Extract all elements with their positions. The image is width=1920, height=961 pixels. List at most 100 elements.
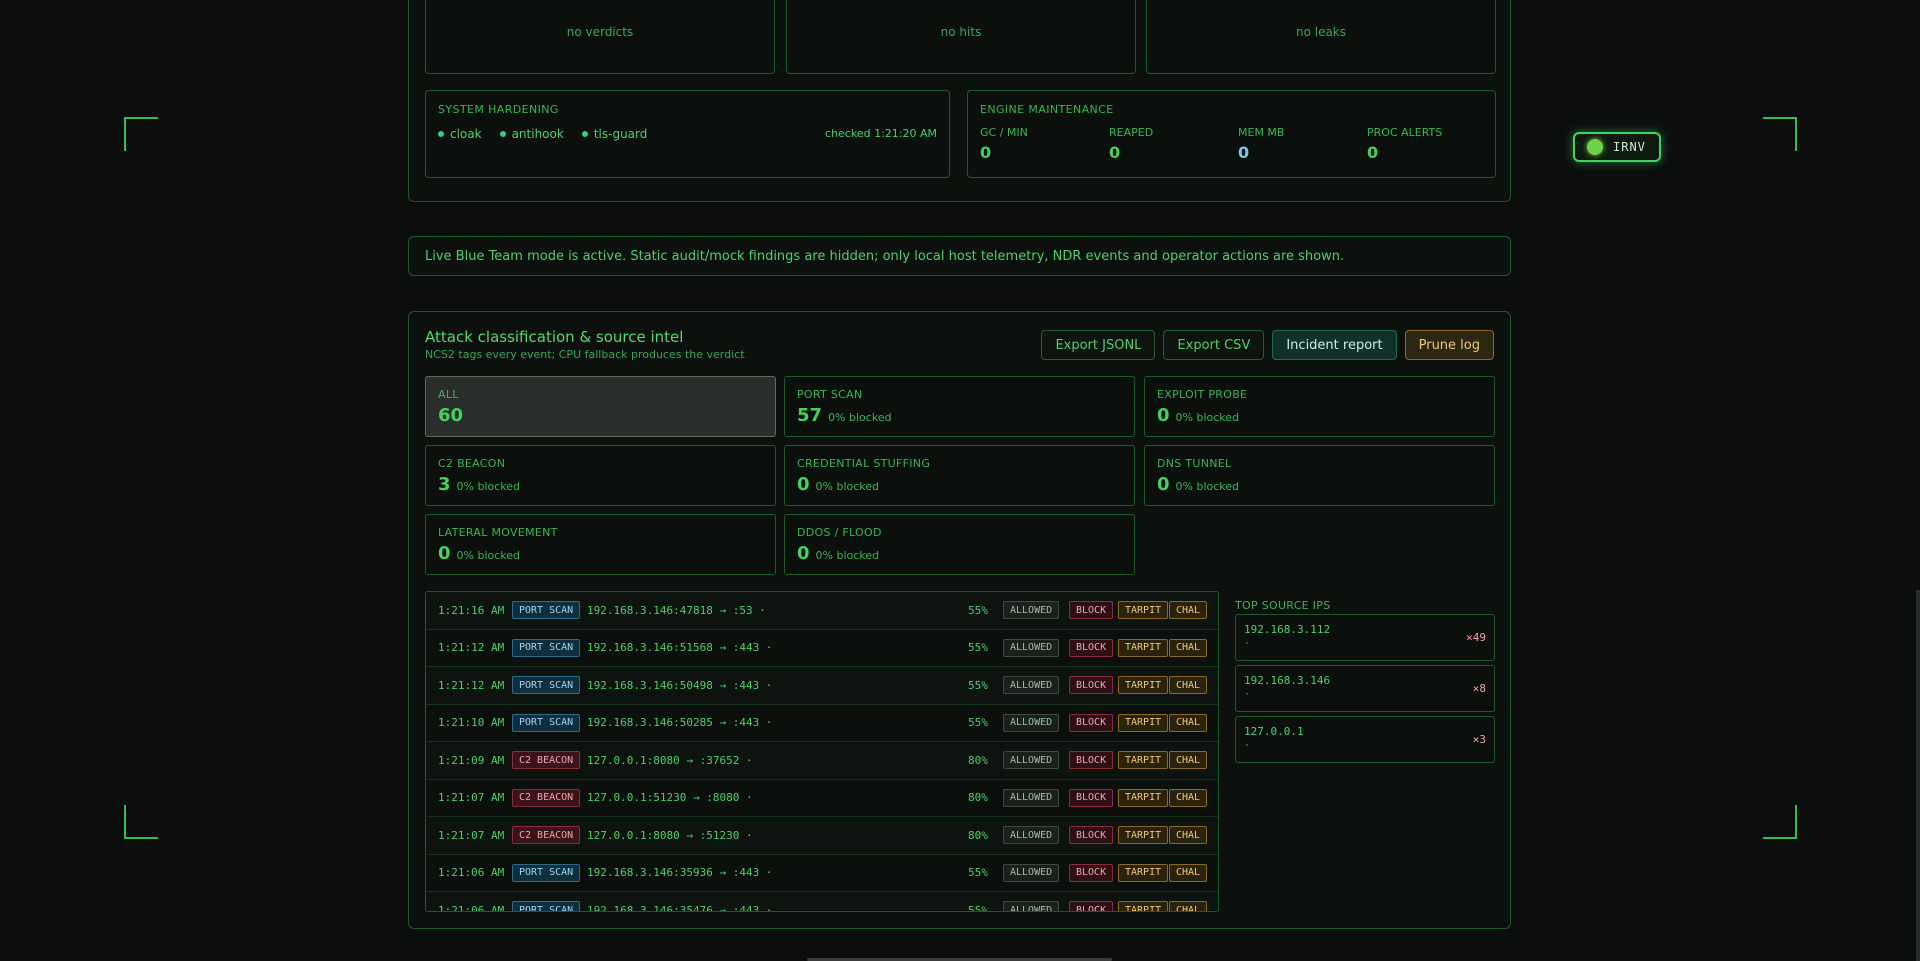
event-row[interactable]: 1:21:06 AM PORT SCAN 192.168.3.146:35936 →…	[426, 855, 1218, 892]
block-button[interactable]: BLOCK	[1069, 601, 1114, 620]
panel-actions: Export JSONL Export CSV Incident report …	[1041, 330, 1494, 360]
category-card-c2-beacon[interactable]: C2 BEACON 3 0% blocked	[425, 445, 776, 506]
category-count-value: 0	[797, 543, 810, 564]
event-row[interactable]: 1:21:10 AM PORT SCAN 192.168.3.146:50285 →…	[426, 705, 1218, 742]
event-list[interactable]: 1:21:16 AM PORT SCAN 192.168.3.146:47818 →…	[425, 591, 1219, 912]
challenge-button[interactable]: CHAL	[1169, 713, 1208, 732]
export-csv-button[interactable]: Export CSV	[1163, 330, 1265, 360]
tarpit-button[interactable]: TARPIT	[1118, 676, 1169, 695]
event-flow: 192.168.3.146:51568 → :443 ·	[587, 641, 773, 655]
event-flow: 192.168.3.146:47818 → :53 ·	[587, 603, 766, 617]
block-button[interactable]: BLOCK	[1069, 826, 1114, 845]
status-dot-icon	[438, 131, 444, 137]
block-button[interactable]: BLOCK	[1069, 788, 1114, 807]
event-confidence: 55%	[968, 641, 988, 655]
tarpit-button[interactable]: TARPIT	[1118, 863, 1169, 882]
category-count: 0 0% blocked	[1157, 474, 1239, 495]
category-card-port-scan[interactable]: PORT SCAN 57 0% blocked	[784, 376, 1135, 437]
irnv-toggle-button[interactable]: IRNV	[1573, 132, 1661, 162]
tarpit-button[interactable]: TARPIT	[1118, 751, 1169, 770]
category-count: 57 0% blocked	[797, 405, 892, 426]
category-count: 60	[438, 405, 463, 426]
event-verdict-badge: ALLOWED	[1003, 863, 1060, 882]
tarpit-button[interactable]: TARPIT	[1118, 826, 1169, 845]
notice-text: Live Blue Team mode is active. Static au…	[425, 248, 1345, 264]
status-panel: no verdicts no hits no leaks SYSTEM HARD…	[408, 0, 1511, 202]
hits-empty-text: no hits	[940, 25, 982, 39]
event-time: 1:21:10 AM	[438, 716, 505, 730]
event-flow: 127.0.0.1:51230 → :8080 ·	[587, 791, 753, 805]
maint-value: 0	[980, 143, 992, 162]
tarpit-button[interactable]: TARPIT	[1118, 713, 1169, 732]
event-flow: 192.168.3.146:50498 → :443 ·	[587, 678, 773, 692]
status-dot-icon	[499, 131, 506, 137]
category-count-value: 3	[438, 474, 451, 495]
status-led-icon	[1587, 139, 1603, 155]
block-button[interactable]: BLOCK	[1069, 751, 1114, 770]
event-row[interactable]: 1:21:07 AM C2 BEACON 127.0.0.1:8080 → :512…	[426, 817, 1218, 855]
event-row[interactable]: 1:21:12 AM PORT SCAN 192.168.3.146:50498 →…	[426, 667, 1218, 705]
category-card-lateral-movement[interactable]: LATERAL MOVEMENT 0 0% blocked	[425, 514, 776, 575]
blue-team-notice: Live Blue Team mode is active. Static au…	[408, 236, 1511, 276]
event-time: 1:21:06 AM	[438, 866, 505, 880]
category-count: 0 0% blocked	[1157, 405, 1239, 426]
tarpit-button[interactable]: TARPIT	[1118, 788, 1169, 807]
source-ip-card[interactable]: 192.168.3.146 · ×8	[1235, 665, 1495, 712]
engine-maintenance-title: ENGINE MAINTENANCE	[980, 103, 1114, 116]
category-card-all[interactable]: ALL 60	[425, 376, 776, 437]
tarpit-button[interactable]: TARPIT	[1118, 638, 1169, 657]
event-row[interactable]: 1:21:16 AM PORT SCAN 192.168.3.146:47818 →…	[426, 592, 1218, 630]
source-ip-card[interactable]: 127.0.0.1 · ×3	[1235, 716, 1495, 763]
block-button[interactable]: BLOCK	[1069, 638, 1114, 657]
maint-value: 0	[1238, 143, 1250, 162]
source-ip-card[interactable]: 192.168.3.112 · ×49	[1235, 614, 1495, 661]
block-button[interactable]: BLOCK	[1069, 901, 1114, 911]
vertical-scrollbar[interactable]	[1916, 590, 1920, 961]
category-card-dns-tunnel[interactable]: DNS TUNNEL 0 0% blocked	[1144, 445, 1495, 506]
event-row[interactable]: 1:21:12 AM PORT SCAN 192.168.3.146:51568 →…	[426, 630, 1218, 667]
challenge-button[interactable]: CHAL	[1169, 901, 1208, 911]
panel-title: Attack classification & source intel	[425, 328, 684, 346]
block-button[interactable]: BLOCK	[1069, 713, 1114, 732]
hardening-item-label: cloak	[450, 127, 482, 141]
challenge-button[interactable]: CHAL	[1169, 788, 1208, 807]
category-label: CREDENTIAL STUFFING	[797, 457, 931, 470]
challenge-button[interactable]: CHAL	[1169, 826, 1208, 845]
tarpit-button[interactable]: TARPIT	[1118, 601, 1169, 620]
event-time: 1:21:09 AM	[438, 753, 505, 767]
challenge-button[interactable]: CHAL	[1169, 751, 1208, 770]
category-count: 0 0% blocked	[797, 474, 879, 495]
block-button[interactable]: BLOCK	[1069, 676, 1114, 695]
challenge-button[interactable]: CHAL	[1169, 601, 1208, 620]
event-flow: 192.168.3.146:50285 → :443 ·	[587, 716, 773, 730]
event-row[interactable]: 1:21:06 AM PORT SCAN 192.168.3.146:35476 →…	[426, 892, 1218, 912]
incident-report-button[interactable]: Incident report	[1272, 330, 1397, 360]
event-confidence: 55%	[968, 716, 988, 730]
tarpit-button[interactable]: TARPIT	[1118, 901, 1169, 911]
category-card-ddos-flood[interactable]: DDOS / FLOOD 0 0% blocked	[784, 514, 1135, 575]
event-tag: PORT SCAN	[512, 863, 581, 882]
category-card-credential-stuffing[interactable]: CREDENTIAL STUFFING 0 0% blocked	[784, 445, 1135, 506]
event-verdict-badge: ALLOWED	[1003, 676, 1060, 695]
maint-label: PROC ALERTS	[1367, 126, 1443, 139]
event-row[interactable]: 1:21:09 AM C2 BEACON 127.0.0.1:8080 → :376…	[426, 742, 1218, 780]
hardening-item-label: antihook	[511, 127, 564, 141]
event-row[interactable]: 1:21:07 AM C2 BEACON 127.0.0.1:51230 → :80…	[426, 780, 1218, 817]
maint-proc-alerts: PROC ALERTS 0	[1367, 126, 1442, 162]
prune-log-button[interactable]: Prune log	[1404, 330, 1494, 360]
source-ip-address: 192.168.3.112	[1244, 623, 1331, 636]
challenge-button[interactable]: CHAL	[1169, 863, 1208, 882]
export-jsonl-button[interactable]: Export JSONL	[1041, 330, 1156, 360]
category-card-exploit-probe[interactable]: EXPLOIT PROBE 0 0% blocked	[1144, 376, 1495, 437]
system-hardening-box: SYSTEM HARDENING cloak antihook tls-guar…	[425, 90, 950, 178]
block-button[interactable]: BLOCK	[1069, 863, 1114, 882]
event-verdict-badge: ALLOWED	[1003, 751, 1060, 770]
challenge-button[interactable]: CHAL	[1169, 676, 1208, 695]
category-label: LATERAL MOVEMENT	[438, 526, 558, 539]
hardening-item-tls-guard: tls-guard	[581, 127, 647, 141]
event-tag: C2 BEACON	[512, 826, 581, 845]
maint-reaped: REAPED 0	[1109, 126, 1153, 162]
challenge-button[interactable]: CHAL	[1169, 638, 1208, 657]
event-flow: 192.168.3.146:35476 → :443 ·	[587, 903, 773, 912]
event-verdict-badge: ALLOWED	[1003, 788, 1060, 807]
